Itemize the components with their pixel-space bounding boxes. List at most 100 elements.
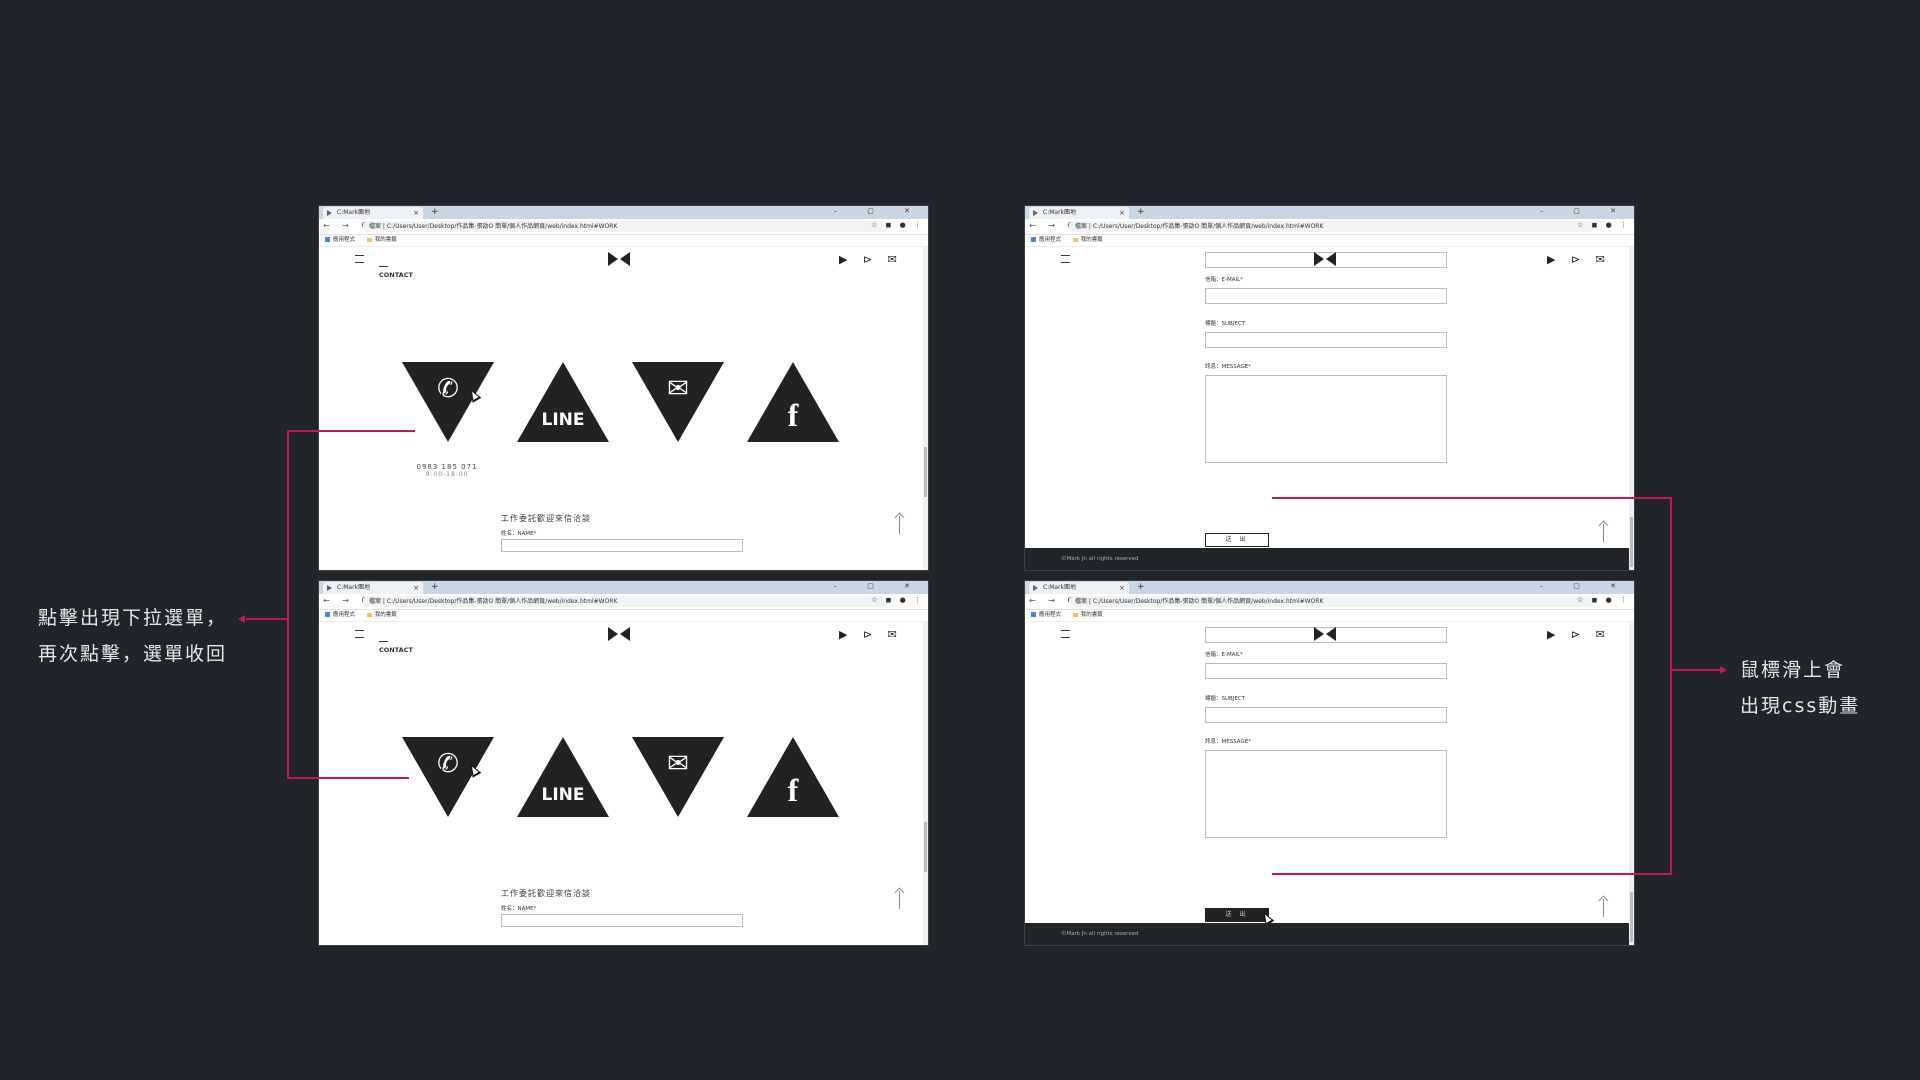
footer: ©Mark Jn all rights reserved [1025, 548, 1634, 570]
facebook-button[interactable]: f [747, 362, 839, 442]
line-icon: LINE [541, 785, 585, 805]
subject-label: 標題：SUBJECT [1205, 696, 1246, 702]
back-to-top-icon[interactable] [1599, 896, 1609, 918]
url-input[interactable]: 檔案 | C:/Users/User/Desktop/作品集-張劭O 簡單/個人… [1069, 596, 1594, 607]
right-connector-pointer [1670, 669, 1722, 671]
browser-tab[interactable]: C:Mark團地 × [323, 582, 423, 594]
right-connector-top [1272, 497, 1672, 499]
subject-input[interactable] [1205, 332, 1447, 348]
message-textarea[interactable] [1205, 375, 1447, 463]
page-content: ▶ ⊳ ✉ 信箱：E-MAIL* 標題：SUBJECT 訊息：MESSAGE* … [1025, 247, 1634, 570]
bookmark-folder[interactable]: 我的書籤 [1073, 237, 1103, 243]
scrollbar-thumb[interactable] [1630, 892, 1633, 942]
name-input[interactable] [501, 914, 743, 927]
contact-heading: CONTACT [379, 266, 413, 279]
address-bar-icons[interactable]: ☆ ◼ ● ⋮ [871, 596, 924, 604]
hamburger-menu-icon[interactable] [1061, 255, 1070, 263]
left-annotation: 點擊出現下拉選單， 再次點擊，選單收回 [38, 600, 227, 672]
header-social-icons[interactable]: ▶ ⊳ ✉ [1547, 628, 1611, 641]
back-to-top-icon[interactable] [895, 888, 905, 910]
back-to-top-icon[interactable] [895, 513, 905, 535]
scrollbar[interactable] [923, 622, 928, 945]
message-textarea[interactable] [1205, 750, 1447, 838]
tab-close-icon[interactable]: × [1119, 582, 1125, 594]
tab-favicon-icon [1033, 210, 1038, 216]
window-controls[interactable]: – ▢ ✕ [1540, 581, 1630, 592]
facebook-icon: f [787, 772, 799, 808]
bookmarks-bar: 應用程式 我的書籤 [1025, 610, 1634, 622]
phone-icon: ✆ [437, 374, 459, 404]
line-button[interactable]: LINE [517, 362, 609, 442]
right-annotation-line1: 鼠標滑上會 [1740, 659, 1846, 681]
phone-number: 0983 185 071 [416, 463, 478, 471]
page-content: ▶ ⊳ ✉ 信箱：E-MAIL* 標題：SUBJECT 訊息：MESSAGE* … [1025, 622, 1634, 945]
address-bar-row: ← → C 檔案 | C:/Users/User/Desktop/作品集-張劭O… [1025, 219, 1634, 235]
browser-tab[interactable]: C:Mark團地 × [1029, 582, 1129, 594]
bookmark-apps[interactable]: 應用程式 [1031, 237, 1061, 243]
back-to-top-icon[interactable] [1599, 521, 1609, 543]
bookmark-apps[interactable]: 應用程式 [325, 612, 355, 618]
address-bar-icons[interactable]: ☆ ◼ ● ⋮ [871, 221, 924, 229]
scrollbar[interactable] [923, 247, 928, 570]
subject-input[interactable] [1205, 707, 1447, 723]
browser-tab[interactable]: C:Mark團地 × [323, 207, 423, 219]
header-social-icons[interactable]: ▶ ⊳ ✉ [839, 628, 903, 641]
mail-button[interactable]: ✉ [632, 362, 724, 442]
right-arrow-icon [1720, 666, 1727, 674]
scrollbar[interactable] [1629, 622, 1634, 945]
bookmark-folder[interactable]: 我的書籤 [367, 237, 397, 243]
email-input[interactable] [1205, 288, 1447, 304]
url-input[interactable]: 檔案 | C:/Users/User/Desktop/作品集-張劭O 簡單/個人… [1069, 221, 1594, 232]
name-label: 姓名：NAME* [501, 906, 537, 912]
hamburger-menu-icon[interactable] [1061, 630, 1070, 638]
bookmark-apps[interactable]: 應用程式 [325, 237, 355, 243]
address-bar-icons[interactable]: ☆ ◼ ● ⋮ [1577, 596, 1630, 604]
phone-dropdown: 0983 185 071 9:00-18:00 [415, 463, 479, 478]
new-tab-button[interactable]: + [1137, 581, 1145, 594]
left-connector-bottom [287, 777, 409, 779]
screenshot-contact-open: C:Mark團地 × + – ▢ ✕ ← → C 檔案 | C:/Users/Us… [319, 206, 928, 570]
hamburger-menu-icon[interactable] [355, 255, 364, 263]
header-social-icons[interactable]: ▶ ⊳ ✉ [1547, 253, 1611, 266]
tab-favicon-icon [1033, 585, 1038, 591]
new-tab-button[interactable]: + [431, 581, 439, 594]
name-label: 姓名：NAME* [501, 531, 537, 537]
scrollbar-thumb[interactable] [924, 447, 927, 497]
email-input[interactable] [1205, 663, 1447, 679]
bookmark-folder[interactable]: 我的書籤 [1073, 612, 1103, 618]
new-tab-button[interactable]: + [431, 206, 439, 219]
window-controls[interactable]: – ▢ ✕ [1540, 206, 1630, 217]
bookmark-apps[interactable]: 應用程式 [1031, 612, 1061, 618]
browser-tab[interactable]: C:Mark團地 × [1029, 207, 1129, 219]
facebook-button[interactable]: f [747, 737, 839, 817]
hamburger-menu-icon[interactable] [355, 630, 364, 638]
name-input[interactable] [501, 539, 743, 552]
phone-button[interactable]: ✆ [402, 737, 494, 817]
left-connector-vertical [287, 430, 289, 778]
bookmark-folder[interactable]: 我的書籤 [367, 612, 397, 618]
scrollbar-thumb[interactable] [924, 822, 927, 872]
tab-close-icon[interactable]: × [413, 582, 419, 594]
scrollbar-thumb[interactable] [1630, 517, 1633, 567]
mail-icon: ✉ [667, 374, 689, 404]
scrollbar[interactable] [1629, 247, 1634, 570]
address-bar-icons[interactable]: ☆ ◼ ● ⋮ [1577, 221, 1630, 229]
phone-hours: 9:00-18:00 [425, 471, 469, 478]
window-controls[interactable]: – ▢ ✕ [834, 206, 924, 217]
phone-button[interactable]: ✆ [402, 362, 494, 442]
header-social-icons[interactable]: ▶ ⊳ ✉ [839, 253, 903, 266]
url-input[interactable]: 檔案 | C:/Users/User/Desktop/作品集-張劭O 簡單/個人… [363, 596, 888, 607]
new-tab-button[interactable]: + [1137, 206, 1145, 219]
tab-close-icon[interactable]: × [1119, 207, 1125, 219]
right-annotation-line2: 出現css動畫 [1740, 695, 1861, 717]
tab-favicon-icon [327, 585, 332, 591]
tab-close-icon[interactable]: × [413, 207, 419, 219]
browser-tabbar: C:Mark團地 × + – ▢ ✕ [319, 581, 928, 594]
submit-button[interactable]: 送 出 [1205, 533, 1269, 547]
window-controls[interactable]: – ▢ ✕ [834, 581, 924, 592]
mail-button[interactable]: ✉ [632, 737, 724, 817]
line-button[interactable]: LINE [517, 737, 609, 817]
screenshot-form-normal: C:Mark團地 × + – ▢ ✕ ← → C 檔案 | C:/Users/Us… [1025, 206, 1634, 570]
url-input[interactable]: 檔案 | C:/Users/User/Desktop/作品集-張劭O 簡單/個人… [363, 221, 888, 232]
browser-tabbar: C:Mark團地 × + – ▢ ✕ [1025, 581, 1634, 594]
